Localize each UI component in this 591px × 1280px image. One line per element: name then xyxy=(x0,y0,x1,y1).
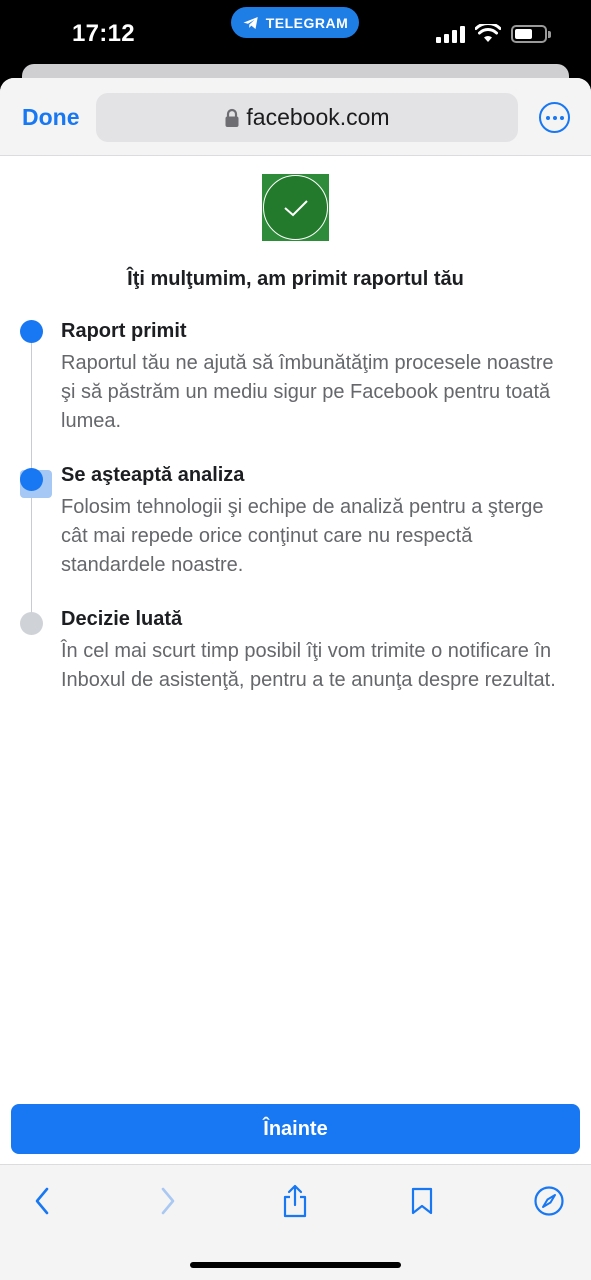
step-title: Se aşteaptă analiza xyxy=(61,464,245,486)
next-button[interactable]: Înainte xyxy=(11,1104,580,1154)
success-check-icon xyxy=(262,174,329,241)
cellular-signal-icon xyxy=(436,25,465,43)
status-time: 17:12 xyxy=(72,20,135,47)
step-pending-dot xyxy=(20,612,43,635)
step-description: Folosim tehnologii şi echipe de analiză … xyxy=(61,496,544,576)
done-button[interactable]: Done xyxy=(22,104,80,131)
step-completed-dot xyxy=(20,320,43,343)
return-app-label: TELEGRAM xyxy=(265,14,349,31)
back-icon[interactable] xyxy=(24,1183,60,1219)
return-to-app-pill[interactable]: TELEGRAM xyxy=(231,7,359,38)
step-description: În cel mai scurt timp posibil îţi vom tr… xyxy=(61,640,556,691)
bookmarks-icon[interactable] xyxy=(404,1183,440,1219)
wifi-icon xyxy=(475,24,501,42)
home-indicator xyxy=(190,1262,401,1268)
battery-icon xyxy=(511,24,551,43)
more-options-icon[interactable] xyxy=(539,102,570,133)
forward-icon[interactable] xyxy=(150,1183,186,1219)
step-title: Raport primit xyxy=(61,320,187,342)
browser-navbar: Done facebook.com xyxy=(0,78,591,156)
system-icons xyxy=(436,24,551,43)
compass-icon[interactable] xyxy=(531,1183,567,1219)
page-title: Îţi mulţumim, am primit raportul tău xyxy=(127,268,464,290)
telegram-icon xyxy=(243,16,258,29)
in-app-browser: Done facebook.com Îţi mulţumim, am primi… xyxy=(0,78,591,1280)
step-title: Decizie luată xyxy=(61,608,183,630)
step-description: Raportul tău ne ajută să îmbunătăţim pro… xyxy=(61,352,554,432)
share-icon[interactable] xyxy=(277,1183,313,1219)
url-text: facebook.com xyxy=(246,104,390,130)
lock-icon xyxy=(225,108,239,127)
step-current-dot xyxy=(20,468,43,491)
url-bar[interactable]: facebook.com xyxy=(96,93,518,142)
